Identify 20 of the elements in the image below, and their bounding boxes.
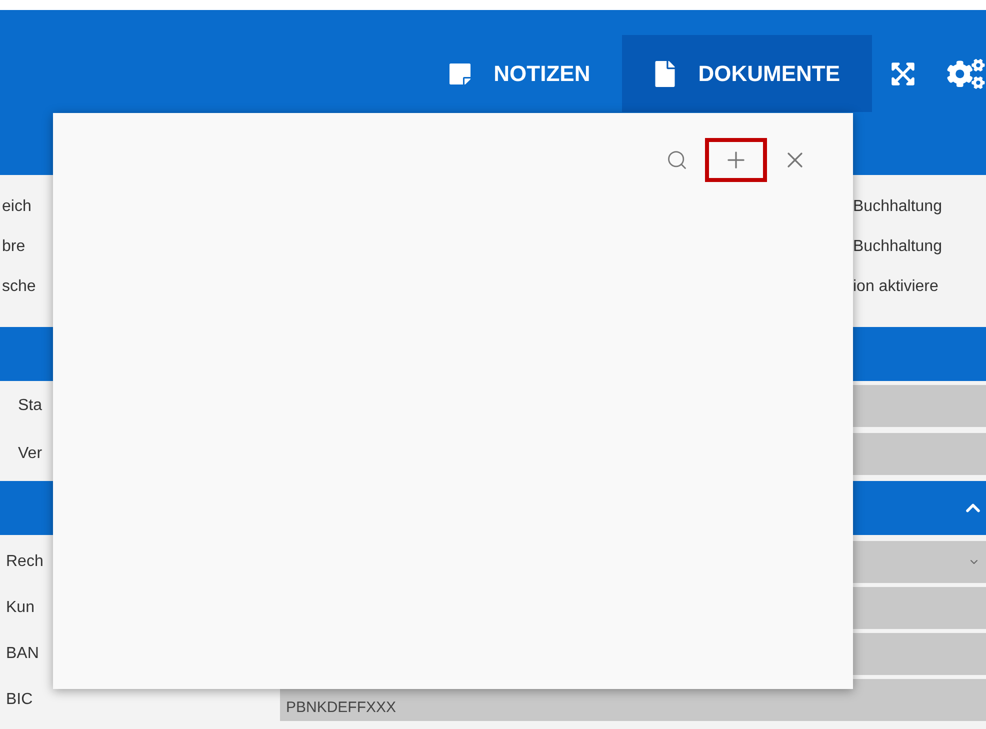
setting-text: Buchhaltung [853,197,943,217]
setting-text: ion aktiviere [853,277,940,297]
add-button[interactable] [705,138,767,182]
setting-text: sche [1,277,37,297]
fullscreen-icon[interactable] [890,60,916,86]
setting-text: bre [1,237,26,257]
field-label: Ver [17,444,44,464]
field-label: Rech [5,552,44,572]
settings-icon[interactable] [946,58,986,88]
setting-text: Buchhaltung [853,237,943,257]
header-tab[interactable]: DOKUMENTE [622,35,872,112]
field-label: BIC [5,690,34,710]
note-icon [448,62,472,86]
search-icon [666,149,688,171]
header-tab[interactable]: NOTIZEN [416,35,622,112]
field-label: Sta [17,396,44,416]
document-icon [654,60,676,86]
field-label: Kun [5,598,36,618]
setting-text: eich [1,197,32,217]
field-label: BAN [5,644,40,664]
